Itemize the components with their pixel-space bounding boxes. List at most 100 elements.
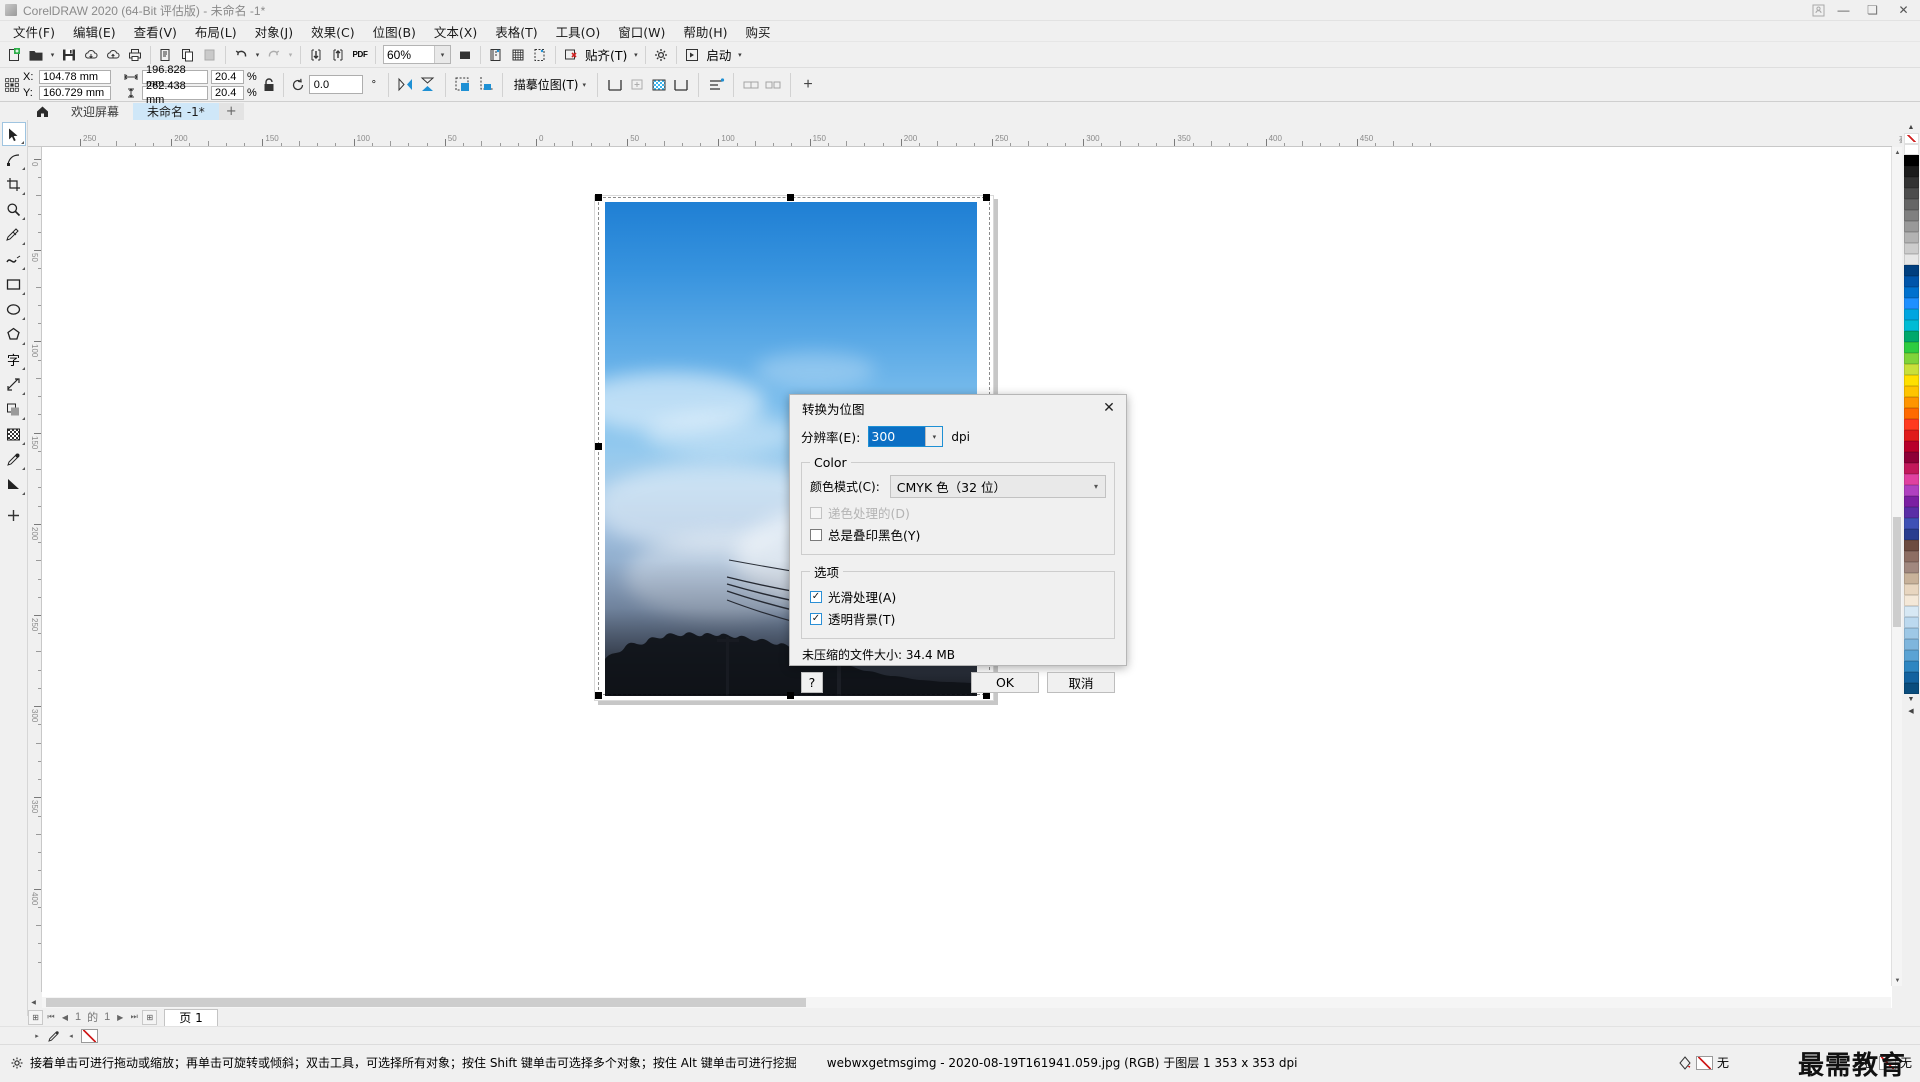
tab-untitled-1[interactable]: 未命名 -1* [133, 103, 219, 120]
palette-swatch[interactable] [1903, 375, 1919, 386]
launch-caret-icon[interactable]: ▾ [734, 44, 745, 66]
undo-icon[interactable] [230, 44, 252, 66]
transparent-background-checkbox[interactable] [810, 612, 822, 625]
resolution-combo[interactable]: ▾ [868, 426, 944, 447]
open-caret-icon[interactable]: ▾ [47, 44, 58, 66]
zoom-level-input[interactable] [384, 46, 434, 63]
palette-swatch[interactable] [1903, 452, 1919, 463]
palette-swatch[interactable] [1903, 298, 1919, 309]
color-mode-caret-icon[interactable]: ▾ [1094, 482, 1098, 491]
palette-swatch[interactable] [1903, 463, 1919, 474]
tool-transparency[interactable] [2, 422, 26, 446]
palette-swatch[interactable] [1903, 342, 1919, 353]
restore-button[interactable]: ❏ [1858, 0, 1887, 21]
palette-swatch[interactable] [1903, 254, 1919, 265]
add-page-end-icon[interactable]: ⊞ [142, 1009, 158, 1025]
menu-buy[interactable]: 购买 [737, 20, 780, 43]
palette-swatch[interactable] [1903, 518, 1919, 529]
menu-help[interactable]: 帮助(H) [674, 20, 736, 43]
palette-swatch[interactable] [1903, 573, 1919, 584]
show-grid-icon[interactable] [507, 44, 529, 66]
snap-caret-icon[interactable]: ▾ [630, 44, 641, 66]
palette-down-icon[interactable]: ▼ [1904, 694, 1918, 705]
palette-expand-icon[interactable]: ◀ [1904, 705, 1918, 716]
tool-ellipse[interactable] [2, 297, 26, 321]
paste-icon[interactable] [199, 44, 221, 66]
tool-artistic-media[interactable] [2, 247, 26, 271]
horizontal-ruler[interactable]: 250 200 150 100 50 0 50 100 150 200 250 300 350 400 45… [28, 133, 1892, 147]
scroll-left-icon[interactable]: ◀ [28, 997, 39, 1008]
palette-swatch[interactable] [1903, 683, 1919, 694]
mirror-horizontal-icon[interactable] [395, 74, 417, 96]
palette-swatch[interactable] [1903, 430, 1919, 441]
ok-button[interactable]: OK [971, 672, 1039, 693]
tool-pick[interactable] [1, 122, 26, 146]
palette-swatch[interactable] [1903, 232, 1919, 243]
palette-swatch[interactable] [1903, 364, 1919, 375]
palette-swatch[interactable] [1903, 188, 1919, 199]
selection-handle[interactable] [595, 443, 602, 450]
minimize-button[interactable]: — [1829, 0, 1858, 21]
palette-swatch[interactable] [1903, 265, 1919, 276]
close-button[interactable]: ✕ [1887, 0, 1920, 21]
palette-expand-icon[interactable]: ▸ [30, 1029, 44, 1043]
menu-effects[interactable]: 效果(C) [302, 20, 363, 43]
selection-handle[interactable] [983, 194, 990, 201]
tab-welcome-screen[interactable]: 欢迎屏幕 [57, 103, 134, 120]
palette-swatch[interactable] [1903, 386, 1919, 397]
scale-height-input[interactable]: 20.4 [211, 85, 244, 100]
document-palette-no-color[interactable] [81, 1028, 98, 1043]
color-mode-select[interactable]: CMYK 色（32 位） ▾ [889, 475, 1106, 498]
palette-swatch[interactable] [1903, 320, 1919, 331]
transparent-background-row[interactable]: 透明背景(T) [810, 609, 1106, 628]
new-document-icon[interactable] [3, 44, 25, 66]
palette-swatch[interactable] [1903, 199, 1919, 210]
palette-swatch[interactable] [1903, 177, 1919, 188]
launch-icon[interactable] [681, 44, 703, 66]
wrap-paragraph-icon[interactable] [670, 74, 692, 96]
mirror-vertical-icon[interactable] [417, 74, 439, 96]
palette-swatch[interactable] [1903, 606, 1919, 617]
transparency-icon[interactable] [648, 74, 670, 96]
copy-icon[interactable] [177, 44, 199, 66]
close-icon[interactable]: ✕ [1098, 399, 1120, 417]
gear-icon[interactable] [650, 44, 672, 66]
tool-drop-shadow[interactable] [2, 397, 26, 421]
overprint-black-row[interactable]: 总是叠印黑色(Y) [810, 525, 1106, 544]
horizontal-scrollbar[interactable]: ◀ [31, 997, 1891, 1008]
palette-swatch[interactable] [1903, 221, 1919, 232]
print-icon[interactable] [124, 44, 146, 66]
palette-no-color-swatch[interactable] [1903, 133, 1919, 144]
tool-interactive-fill[interactable] [2, 472, 26, 496]
palette-swatch[interactable] [1903, 551, 1919, 562]
object-anchor-icon[interactable] [4, 71, 20, 99]
selection-handle[interactable] [595, 692, 602, 699]
selection-handle[interactable] [787, 692, 794, 699]
help-button[interactable]: ? [801, 672, 823, 693]
redo-icon[interactable] [263, 44, 285, 66]
clear-transform-icon[interactable] [560, 44, 582, 66]
palette-swatch[interactable] [1903, 309, 1919, 320]
home-icon[interactable] [28, 103, 57, 120]
menu-file[interactable]: 文件(F) [4, 20, 64, 43]
palette-swatch[interactable] [1903, 562, 1919, 573]
menu-window[interactable]: 窗口(W) [609, 20, 674, 43]
tool-color-eyedropper[interactable] [2, 447, 26, 471]
palette-swatch[interactable] [1903, 639, 1919, 650]
palette-swatch[interactable] [1903, 419, 1919, 430]
vertical-scroll-thumb[interactable] [1893, 517, 1901, 627]
open-from-cloud-icon[interactable] [80, 44, 102, 66]
eyedropper-icon[interactable] [47, 1029, 61, 1043]
palette-swatch[interactable] [1903, 408, 1919, 419]
palette-swatch[interactable] [1903, 243, 1919, 254]
show-guides-icon[interactable] [529, 44, 551, 66]
first-page-icon[interactable]: ⏮ [44, 1010, 58, 1025]
fill-color-swatch[interactable] [1695, 1055, 1713, 1070]
tool-crop[interactable] [2, 172, 26, 196]
palette-swatch[interactable] [1903, 628, 1919, 639]
palette-swatch[interactable] [1903, 595, 1919, 606]
text-wrap-icon[interactable] [604, 74, 626, 96]
anti-alias-row[interactable]: 光滑处理(A) [810, 587, 1106, 606]
palette-swatch[interactable] [1903, 540, 1919, 551]
trace-bitmap-button[interactable]: 描摹位图(T) ▾ [509, 74, 591, 95]
